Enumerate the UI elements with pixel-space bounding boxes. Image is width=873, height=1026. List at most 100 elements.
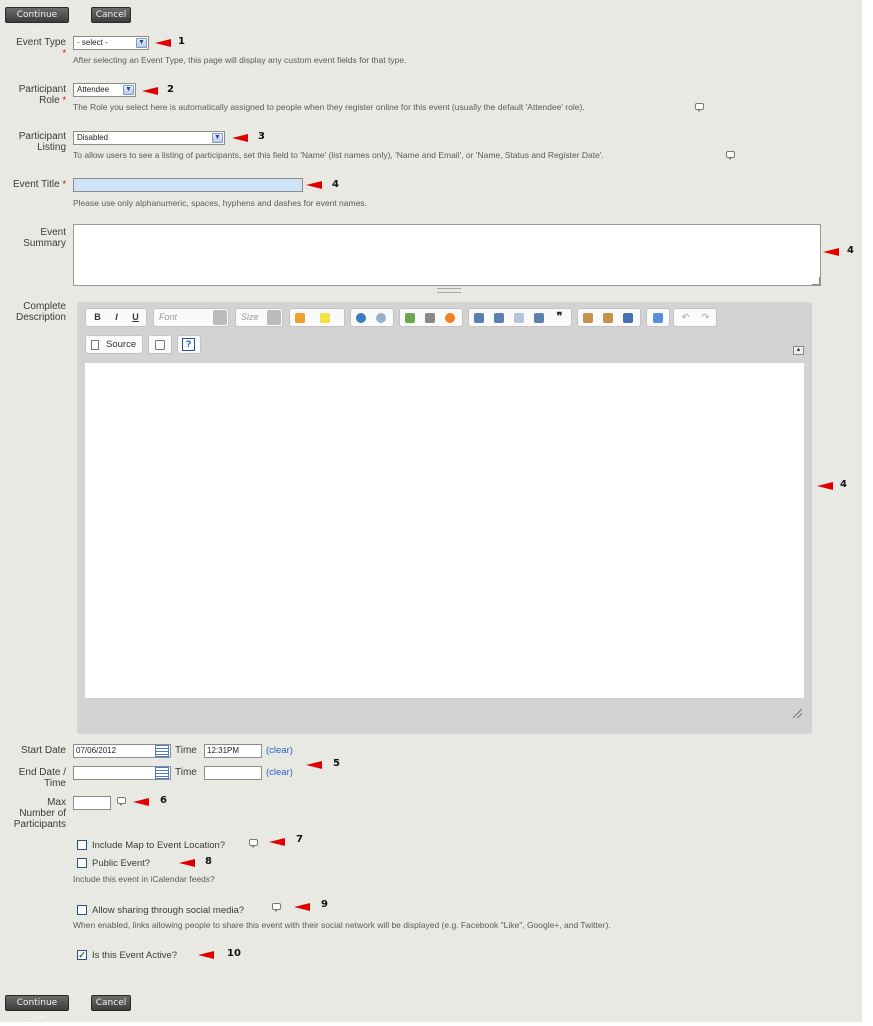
required-mark: * xyxy=(62,48,66,58)
participant-role-label-line2: Role xyxy=(39,95,60,106)
collapse-toolbar-icon[interactable]: ▲ xyxy=(793,346,804,355)
eraser-icon[interactable] xyxy=(653,313,663,323)
chevron-down-icon: ▼ xyxy=(136,38,147,48)
max-participants-label-line1: Max xyxy=(47,797,66,808)
blockquote-icon[interactable]: ❞ xyxy=(553,311,566,324)
bold-button[interactable]: B xyxy=(91,311,104,324)
event-type-value: - select - xyxy=(77,38,108,47)
underline-button[interactable]: U xyxy=(129,311,142,324)
participant-role-help-text: The Role you select here is automaticall… xyxy=(73,102,585,112)
paste-word-icon[interactable] xyxy=(603,313,613,323)
event-title-input[interactable] xyxy=(73,178,303,192)
marker-number: 6 xyxy=(160,795,167,806)
font-select[interactable]: Font xyxy=(153,308,229,327)
indent-icon[interactable] xyxy=(534,313,544,323)
include-map-checkbox[interactable] xyxy=(77,840,87,850)
marker-number: 10 xyxy=(227,948,241,959)
background-color-icon[interactable] xyxy=(320,313,330,323)
history-group: ↶ ↷ xyxy=(673,308,717,327)
text-color-icon[interactable] xyxy=(295,313,305,323)
rich-text-editor: B I U Font Size ❞ ↶ ↷ Source ? ▲ xyxy=(77,302,812,734)
editor-content-area[interactable] xyxy=(85,363,804,698)
cancel-button-top[interactable]: Cancel xyxy=(91,7,131,23)
event-type-select[interactable]: - select - ▼ xyxy=(73,36,149,50)
marker-arrow-icon xyxy=(198,951,214,959)
link-icon[interactable] xyxy=(356,313,366,323)
clear-start-link[interactable]: (clear) xyxy=(266,745,293,756)
bulleted-list-icon[interactable] xyxy=(494,313,504,323)
participant-listing-select[interactable]: Disabled ▼ xyxy=(73,131,225,145)
help-group: ? xyxy=(177,335,201,354)
preview-icon[interactable] xyxy=(155,340,165,350)
numbered-list-icon[interactable] xyxy=(474,313,484,323)
size-placeholder: Size xyxy=(241,312,259,322)
marker-arrow-icon xyxy=(179,859,195,867)
public-event-label: Public Event? xyxy=(92,858,151,869)
marker-arrow-icon xyxy=(823,248,839,256)
marker-number: 2 xyxy=(167,84,174,95)
resize-handle-icon[interactable] xyxy=(437,288,461,293)
marker-number: 3 xyxy=(258,131,265,142)
end-time-input[interactable] xyxy=(204,766,262,780)
marker-arrow-icon xyxy=(142,87,158,95)
cancel-button-bottom[interactable]: Cancel xyxy=(91,995,131,1011)
event-summary-textarea[interactable] xyxy=(73,224,821,286)
outdent-icon[interactable] xyxy=(514,313,524,323)
calendar-icon[interactable] xyxy=(155,745,169,757)
participant-role-label: Participant Role * xyxy=(0,84,66,106)
comment-icon[interactable] xyxy=(117,797,126,806)
unlink-icon[interactable] xyxy=(376,313,386,323)
marker-number: 1 xyxy=(178,36,185,47)
event-summary-label-line1: Event xyxy=(40,227,66,238)
complete-description-label: Complete Description xyxy=(0,301,66,323)
max-participants-label-line2: Number of xyxy=(19,808,66,819)
clear-end-link[interactable]: (clear) xyxy=(266,767,293,778)
spellcheck-icon[interactable] xyxy=(623,313,633,323)
participant-role-select[interactable]: Attendee ▼ xyxy=(73,83,136,97)
chevron-down-icon: ▼ xyxy=(212,133,223,143)
social-sharing-checkbox[interactable] xyxy=(77,905,87,915)
continue-button-top[interactable]: Continue >> xyxy=(5,7,69,35)
marker-number: 5 xyxy=(333,758,340,769)
size-select[interactable]: Size xyxy=(235,308,283,327)
marker-arrow-icon xyxy=(155,39,171,47)
calendar-icon[interactable] xyxy=(155,767,169,779)
comment-icon[interactable] xyxy=(695,103,704,112)
italic-button[interactable]: I xyxy=(110,311,123,324)
comment-icon[interactable] xyxy=(249,839,258,848)
resize-grip-icon[interactable] xyxy=(793,709,802,718)
event-type-help: After selecting an Event Type, this page… xyxy=(73,55,407,65)
horizontal-rule-icon[interactable] xyxy=(425,313,435,323)
comment-icon[interactable] xyxy=(726,151,735,160)
end-date-label-line2: Time xyxy=(44,778,66,789)
redo-icon[interactable]: ↷ xyxy=(699,311,712,324)
event-active-checkbox[interactable]: ✓ xyxy=(77,950,87,960)
event-title-label-text: Event Title xyxy=(13,179,60,190)
public-event-checkbox[interactable] xyxy=(77,858,87,868)
source-label: Source xyxy=(106,339,137,350)
marker-number: 7 xyxy=(296,834,303,845)
undo-icon[interactable]: ↶ xyxy=(679,311,692,324)
continue-button-bottom[interactable]: Continue >> xyxy=(5,995,69,1023)
participant-listing-label-line1: Participant xyxy=(18,131,66,142)
event-title-help: Please use only alphanumeric, spaces, hy… xyxy=(73,198,367,208)
marker-number: 4 xyxy=(840,479,847,490)
source-button[interactable]: Source xyxy=(85,335,143,354)
participant-role-help: The Role you select here is automaticall… xyxy=(73,102,585,113)
paste-text-icon[interactable] xyxy=(583,313,593,323)
social-sharing-help: When enabled, links allowing people to s… xyxy=(73,920,611,930)
complete-description-label-line2: Description xyxy=(15,312,66,323)
resize-grip-icon[interactable] xyxy=(812,277,820,285)
max-participants-input[interactable] xyxy=(73,796,111,810)
end-time-label: Time xyxy=(175,767,197,778)
event-type-label: Event Type * xyxy=(0,37,66,59)
form-panel: Continue >> Cancel Event Type * - select … xyxy=(0,0,862,1023)
social-sharing-label: Allow sharing through social media? xyxy=(92,905,245,916)
text-format-group: B I U xyxy=(85,308,147,327)
image-icon[interactable] xyxy=(405,313,415,323)
help-icon[interactable]: ? xyxy=(182,338,195,351)
smiley-icon[interactable] xyxy=(445,313,455,323)
start-time-input[interactable]: 12:31PM xyxy=(204,744,262,758)
marker-arrow-icon xyxy=(306,181,322,189)
comment-icon[interactable] xyxy=(272,903,281,912)
